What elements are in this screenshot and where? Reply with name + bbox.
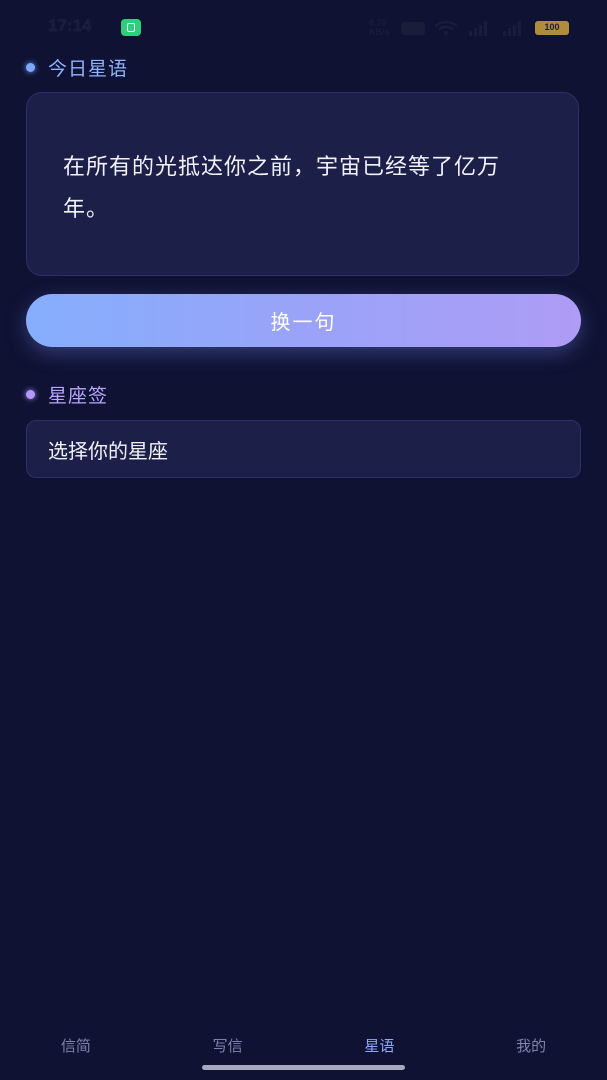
quote-text: 在所有的光抵达你之前，宇宙已经等了亿万年。 xyxy=(63,155,501,222)
network-speed: 0.70 KB/s xyxy=(369,18,390,37)
bullet-dot-icon xyxy=(26,390,35,399)
signal-icon xyxy=(469,21,487,36)
wifi-icon xyxy=(434,20,458,36)
tab-star-words[interactable]: 星语 xyxy=(304,1026,456,1066)
daily-quote-header: 今日星语 xyxy=(26,54,128,81)
battery-icon: 100 xyxy=(535,21,569,35)
quote-card: 在所有的光抵达你之前，宇宙已经等了亿万年。 xyxy=(26,92,579,276)
refresh-quote-button[interactable]: 换一句 xyxy=(26,294,581,347)
signal-icon-2 xyxy=(503,21,521,36)
status-time: 17:14 xyxy=(48,16,92,35)
hd-icon xyxy=(401,21,425,35)
home-indicator[interactable] xyxy=(202,1065,405,1070)
tab-write[interactable]: 写信 xyxy=(152,1026,304,1066)
status-bar: 17:14 0.70 KB/s 100 xyxy=(0,0,607,52)
status-icons: 0.70 KB/s 100 xyxy=(369,18,569,38)
app-notification-icon xyxy=(121,19,141,36)
daily-quote-title: 今日星语 xyxy=(48,58,129,80)
zodiac-select-placeholder: 选择你的星座 xyxy=(48,438,168,463)
zodiac-header: 星座签 xyxy=(26,381,108,408)
bullet-dot-icon xyxy=(26,63,35,72)
tab-letters[interactable]: 信简 xyxy=(0,1026,152,1066)
tab-profile[interactable]: 我的 xyxy=(455,1026,607,1066)
zodiac-title: 星座签 xyxy=(48,385,109,407)
bottom-tab-bar: 信简 写信 星语 我的 xyxy=(0,1026,607,1066)
battery-level: 100 xyxy=(544,22,560,32)
zodiac-select[interactable]: 选择你的星座 xyxy=(26,420,581,478)
